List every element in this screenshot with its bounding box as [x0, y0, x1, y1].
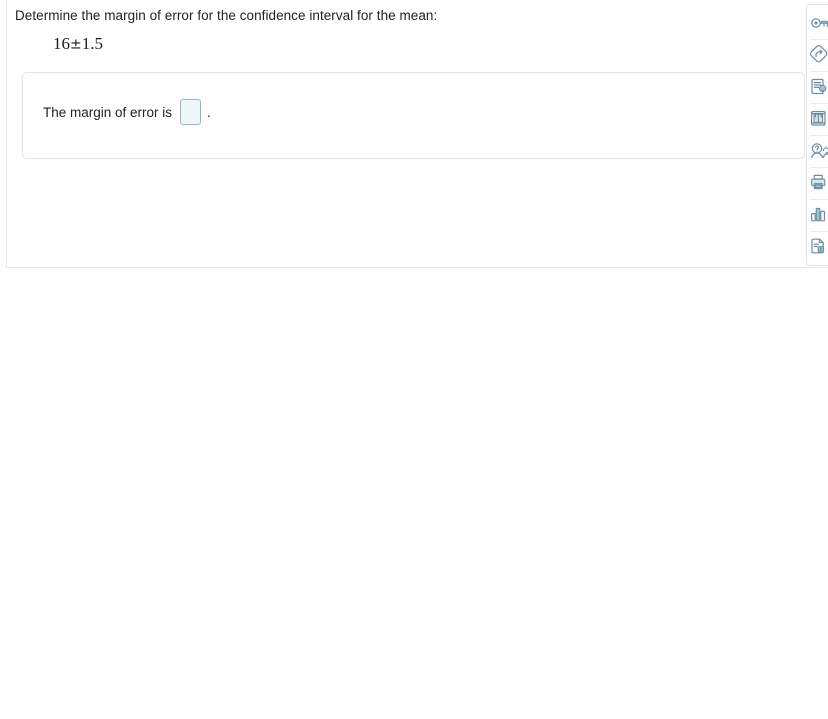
- question-body: Determine the margin of error for the co…: [7, 0, 807, 267]
- tool-button-statistics[interactable]: [807, 199, 828, 231]
- tool-button-ask-instructor[interactable]: [807, 135, 828, 167]
- tool-rail: [806, 4, 828, 266]
- answer-label: The margin of error is: [43, 104, 173, 120]
- interval-center: 16: [53, 34, 70, 53]
- confidence-interval-expression: 16±1.5: [53, 33, 103, 56]
- plus-minus-icon: ±: [70, 36, 82, 53]
- tool-button-answer-key[interactable]: [807, 7, 828, 39]
- document-lightbulb-icon: [809, 77, 828, 97]
- diamond-arrow-icon: [809, 45, 828, 65]
- bar-chart-icon: [809, 205, 828, 225]
- tool-button-question-details[interactable]: [807, 231, 828, 263]
- tool-button-try-similar[interactable]: [807, 39, 828, 71]
- question-panel: Determine the margin of error for the co…: [6, 0, 828, 268]
- document-info-icon: [809, 237, 828, 257]
- tool-button-print[interactable]: [807, 167, 828, 199]
- printer-icon: [809, 173, 828, 193]
- margin-of-error-input[interactable]: [180, 99, 202, 125]
- tool-button-textbook[interactable]: [807, 103, 828, 135]
- answer-card: The margin of error is .: [22, 72, 805, 159]
- answer-line: The margin of error is .: [43, 99, 211, 125]
- person-question-icon: [809, 141, 828, 161]
- question-prompt: Determine the margin of error for the co…: [15, 8, 438, 23]
- page-root: Determine the margin of error for the co…: [0, 0, 828, 719]
- tool-button-hint[interactable]: [807, 71, 828, 103]
- textbook-icon: [809, 109, 828, 129]
- key-icon: [809, 14, 828, 32]
- answer-trailing-period: .: [207, 104, 211, 120]
- interval-margin: 1.5: [81, 34, 103, 53]
